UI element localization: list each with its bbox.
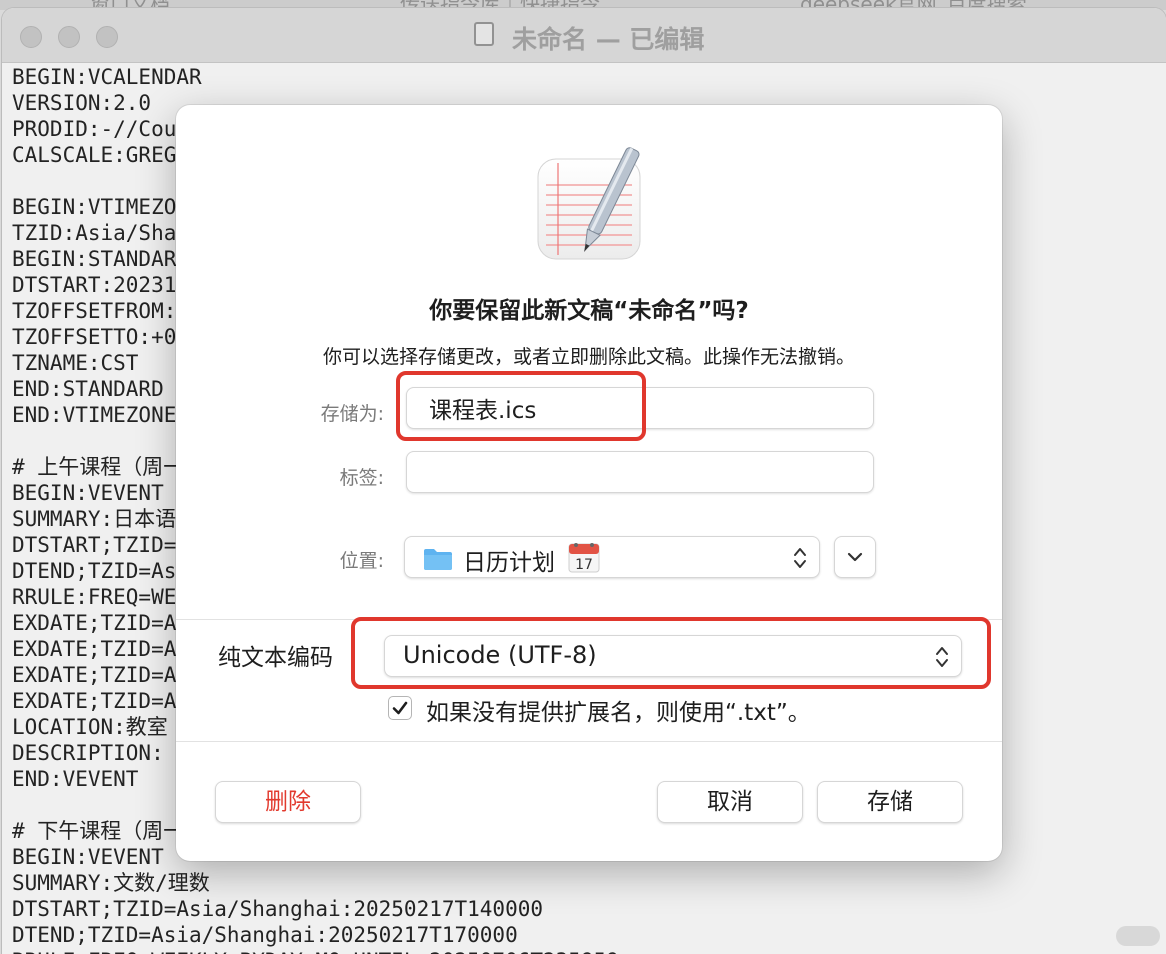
cancel-button[interactable]: 取消 bbox=[657, 781, 803, 823]
chevron-updown-icon bbox=[794, 548, 806, 568]
highlight-annotation bbox=[396, 371, 646, 441]
txt-extension-checkbox[interactable] bbox=[388, 696, 412, 720]
save-as-label: 存储为: bbox=[320, 403, 384, 425]
highlight-annotation bbox=[351, 617, 991, 689]
watermark-badge bbox=[1116, 926, 1160, 946]
location-label: 位置: bbox=[339, 550, 384, 572]
svg-text:17: 17 bbox=[575, 557, 593, 573]
save-dialog: 你要保留此新文稿“未命名”吗? 你可以选择存储更改，或者立即删除此文稿。此操作无… bbox=[176, 105, 1002, 861]
location-value: 日历计划 bbox=[463, 550, 555, 576]
checkmark-icon bbox=[392, 701, 408, 715]
chevron-down-icon bbox=[847, 552, 863, 562]
save-button[interactable]: 存储 bbox=[817, 781, 963, 823]
dialog-description: 你可以选择存储更改，或者立即删除此文稿。此操作无法撤销。 bbox=[322, 346, 855, 368]
textedit-app-icon bbox=[537, 147, 641, 260]
calendar-icon: 17 bbox=[568, 543, 600, 573]
tags-input[interactable] bbox=[406, 451, 874, 493]
folder-icon bbox=[424, 549, 452, 570]
txt-extension-label[interactable]: 如果没有提供扩展名，则使用“.txt”。 bbox=[426, 693, 811, 727]
dialog-title: 你要保留此新文稿“未命名”吗? bbox=[429, 298, 749, 324]
delete-button[interactable]: 删除 bbox=[215, 781, 361, 823]
section-divider bbox=[176, 741, 1002, 742]
encoding-label: 纯文本编码 bbox=[218, 645, 333, 671]
expand-browser-button[interactable] bbox=[834, 536, 876, 578]
tags-label: 标签: bbox=[339, 467, 384, 489]
location-popup[interactable]: 日历计划 17 bbox=[404, 536, 820, 578]
